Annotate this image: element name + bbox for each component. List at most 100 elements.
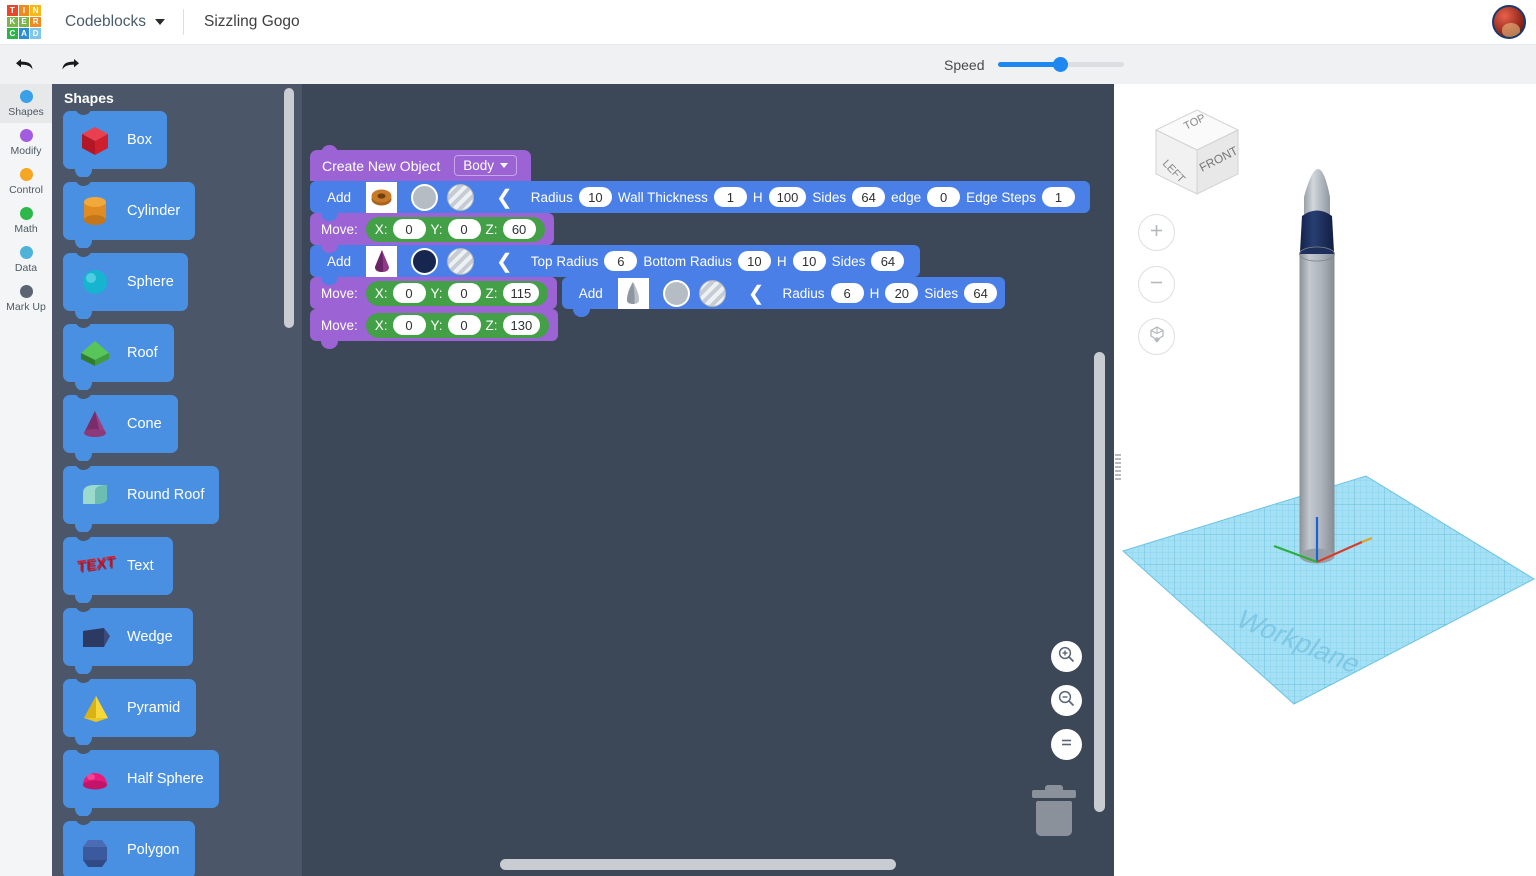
logo-letter: E [18, 16, 30, 28]
param-input[interactable]: 64 [852, 187, 886, 207]
shape-block-half-sphere[interactable]: Half Sphere [63, 745, 219, 817]
text-shape-icon: TEXT TEXT [73, 546, 117, 586]
workspace-zoom-in-button[interactable] [1051, 641, 1082, 672]
shape-block-text[interactable]: TEXT TEXT Text [63, 532, 173, 604]
shape-block-pyramid[interactable]: Pyramid [63, 674, 196, 746]
code-workspace[interactable]: Create New Object Body Add ❮ Radius 10 W… [302, 84, 1114, 876]
param-input[interactable]: 64 [964, 283, 998, 303]
shape-block-label: Polygon [127, 842, 180, 858]
param-input[interactable]: 6 [604, 251, 638, 271]
param-input[interactable]: 100 [768, 187, 807, 207]
shape-block-label: Roof [127, 345, 158, 361]
app-name-label[interactable]: Codeblocks [65, 13, 146, 31]
chevron-left-icon[interactable]: ❮ [496, 249, 513, 274]
param-input[interactable]: 10 [737, 251, 771, 271]
chevron-left-icon[interactable]: ❮ [496, 185, 513, 210]
redo-arrow-icon[interactable] [55, 50, 85, 80]
move-axes-group: X: 0 Y: 0 Z: 115 [365, 280, 549, 306]
move-block[interactable]: Move: X: 0 Y: 0 Z: 115 [310, 277, 558, 317]
tinkercad-logo[interactable]: T I N K E R C A D [7, 5, 41, 39]
rail-item-math[interactable]: Math [0, 201, 52, 240]
rail-item-label: Math [14, 222, 38, 235]
axis-input-y[interactable]: 0 [447, 315, 481, 335]
shape-block-sphere[interactable]: Sphere [63, 248, 188, 320]
param-input[interactable]: 0 [927, 187, 961, 207]
rail-item-modify[interactable]: Modify [0, 123, 52, 162]
rail-item-shapes[interactable]: Shapes [0, 84, 52, 123]
avatar[interactable] [1492, 5, 1526, 39]
sphere-shape-icon [73, 262, 117, 302]
add-cone-block[interactable]: Add ❮ Top Radius 6 Bottom Radius 10 H 10… [310, 245, 920, 285]
solid-circle-icon[interactable] [411, 247, 439, 275]
param-input[interactable]: 1 [1041, 187, 1075, 207]
paraboloid-shape-icon[interactable] [617, 277, 649, 309]
param-input[interactable]: 20 [885, 283, 919, 303]
workspace-horizontal-scrollbar[interactable] [500, 859, 896, 870]
param-label: Sides [812, 189, 847, 205]
shape-block-wedge[interactable]: Wedge [63, 603, 193, 675]
rail-item-label: Control [9, 183, 43, 196]
solid-circle-icon[interactable] [662, 279, 690, 307]
create-new-object-block[interactable]: Create New Object Body [310, 145, 532, 181]
add-paraboloid-block[interactable]: Add ❮ Radius 6 H 20 Sides 64 [561, 277, 1005, 317]
param-input[interactable]: 64 [871, 251, 905, 271]
shape-block-round-roof[interactable]: Round Roof [63, 461, 219, 533]
rail-item-markup[interactable]: Mark Up [0, 279, 52, 318]
shape-block-roof[interactable]: Roof [63, 319, 174, 391]
axis-input-y[interactable]: 0 [447, 219, 481, 239]
rail-item-data[interactable]: Data [0, 240, 52, 279]
axis-input-x[interactable]: 0 [392, 219, 426, 239]
param-input[interactable]: 1 [713, 187, 747, 207]
axis-input-z[interactable]: 60 [502, 219, 536, 239]
speed-label: Speed [944, 56, 985, 73]
cylinder-shape-icon [73, 191, 117, 231]
param-input[interactable]: 10 [578, 187, 612, 207]
axis-label-y: Y: [430, 285, 443, 301]
hole-hatched-circle-icon[interactable] [698, 279, 726, 307]
rail-item-label: Data [14, 261, 38, 274]
object-type-dropdown[interactable]: Body [454, 155, 518, 176]
move-block[interactable]: Move: X: 0 Y: 0 Z: 130 [310, 309, 559, 349]
add-label: Add [578, 285, 603, 301]
shape-block-polygon[interactable]: Polygon [63, 816, 195, 876]
axis-input-x[interactable]: 0 [392, 315, 426, 335]
tube-shape-icon[interactable] [366, 181, 398, 213]
action-toolbar: Speed Step [0, 45, 1536, 125]
document-title[interactable]: Sizzling Gogo [204, 13, 300, 31]
axis-input-z[interactable]: 130 [502, 315, 541, 335]
param-input[interactable]: 6 [830, 283, 864, 303]
hole-hatched-circle-icon[interactable] [447, 247, 475, 275]
workspace-fit-button[interactable] [1051, 729, 1082, 760]
shape-block-label: Pyramid [127, 700, 181, 716]
param-label: Radius [782, 285, 825, 301]
axis-input-y[interactable]: 0 [447, 283, 481, 303]
chevron-down-icon[interactable] [155, 19, 165, 25]
chevron-left-icon[interactable]: ❮ [748, 281, 765, 306]
solid-circle-icon[interactable] [411, 183, 439, 211]
workspace-zoom-out-button[interactable] [1051, 685, 1082, 716]
cone-shape-icon[interactable] [366, 245, 398, 277]
param-input[interactable]: 10 [792, 251, 826, 271]
move-axes-group: X: 0 Y: 0 Z: 60 [365, 216, 545, 242]
axis-input-x[interactable]: 0 [392, 283, 426, 303]
3d-viewport[interactable]: TOP LEFT FRONT Workplane [1114, 84, 1536, 876]
speed-slider[interactable] [998, 57, 1124, 72]
logo-letter: T [7, 5, 18, 16]
shape-block-cone[interactable]: Cone [63, 390, 178, 462]
move-block[interactable]: Move: X: 0 Y: 0 Z: 60 [310, 213, 554, 253]
rail-item-control[interactable]: Control [0, 162, 52, 201]
param-label: edge [891, 189, 922, 205]
logo-letter: A [18, 28, 30, 39]
workspace-vertical-scrollbar[interactable] [1094, 352, 1105, 812]
add-tube-block[interactable]: Add ❮ Radius 10 Wall Thickness 1 H 100 S… [310, 181, 1090, 221]
param-label: H [752, 189, 763, 205]
shape-block-box[interactable]: Box [63, 106, 167, 178]
axis-input-z[interactable]: 115 [502, 283, 540, 303]
hole-hatched-circle-icon[interactable] [447, 183, 475, 211]
undo-arrow-icon[interactable] [9, 50, 39, 80]
speed-slider-knob[interactable] [1053, 57, 1068, 72]
data-dot-icon [19, 245, 33, 259]
trash-can-icon[interactable] [1032, 784, 1076, 836]
shape-block-cylinder[interactable]: Cylinder [63, 177, 195, 249]
param-label: Sides [831, 253, 866, 269]
